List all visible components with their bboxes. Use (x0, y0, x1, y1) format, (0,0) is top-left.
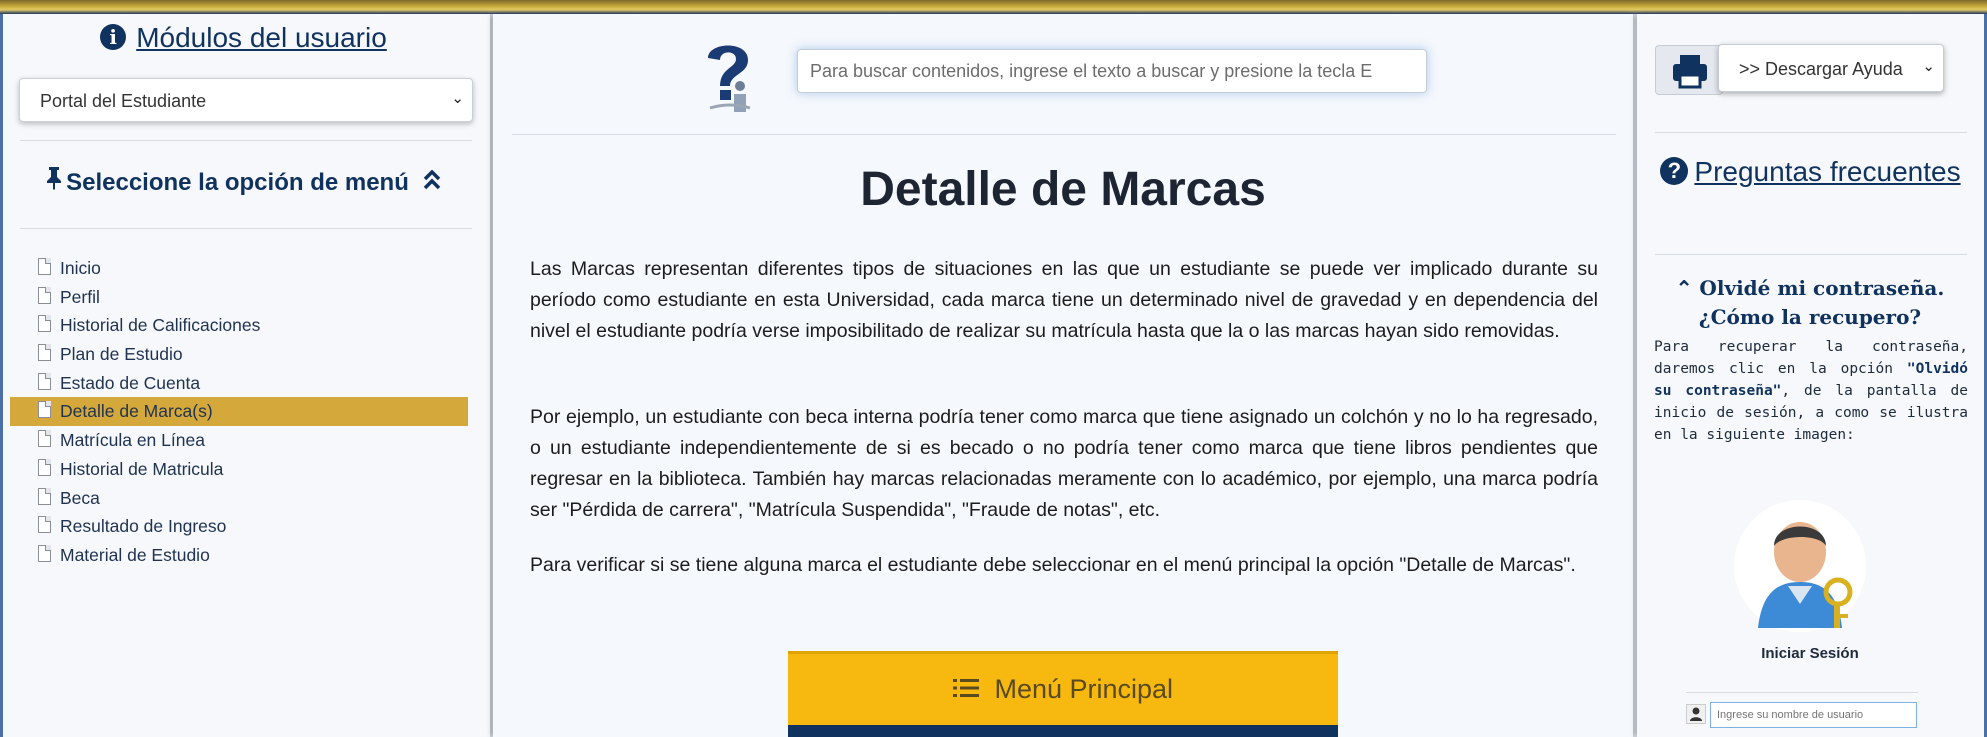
print-button[interactable] (1655, 45, 1723, 95)
question-circle-icon: ? (1660, 157, 1689, 185)
sidebar-item[interactable]: Plan de Estudio (10, 340, 460, 369)
module-select-value: Portal del Estudiante (40, 91, 207, 111)
search-input[interactable] (797, 49, 1427, 93)
printer-icon (1673, 55, 1707, 89)
file-icon (38, 401, 51, 419)
faq-title: ? Preguntas frecuentes (1637, 154, 1984, 190)
main-content (493, 14, 1633, 737)
login-label: Iniciar Sesión (1761, 645, 1859, 662)
sidebar-item-label: Beca (60, 487, 100, 508)
divider (20, 140, 472, 141)
sidebar-item-label: Estado de Cuenta (60, 372, 201, 393)
menu-heading-label: Seleccione la opción de menú (66, 169, 409, 196)
page-title: Detalle de Marcas (860, 163, 1266, 216)
user-icon (1686, 704, 1706, 724)
main-menu-button[interactable]: Menú Principal (788, 651, 1338, 725)
help-question-icon[interactable] (700, 38, 756, 114)
sidebar-item-label: Detalle de Marca(s) (60, 401, 213, 422)
question-title[interactable]: ⌃ Olvidé mi contraseña. ¿Cómo la recuper… (1652, 274, 1968, 332)
paragraph-2: Por ejemplo, un estudiante con beca inte… (530, 406, 1598, 521)
file-icon (38, 430, 51, 448)
main-menu-bottom-bar (788, 725, 1338, 737)
sidebar-item-label: Inicio (60, 258, 101, 278)
user-key-avatar (1734, 500, 1866, 632)
sidebar-item[interactable]: Estado de Cuenta (10, 369, 460, 398)
sidebar-item[interactable]: Matrícula en Línea (10, 426, 460, 455)
file-icon (38, 516, 51, 534)
question-title-label: Olvidé mi contraseña. ¿Cómo la recupero? (1698, 276, 1945, 329)
answer-text: Para recuperar la contraseña, daremos cl… (1654, 336, 1968, 446)
download-help-select[interactable]: >> Descargar Ayuda ⌄ (1718, 44, 1944, 92)
modules-title: i Módulos del usuario (0, 22, 487, 54)
sidebar-menu: Inicio Perfil Historial de Calificaciones P… (10, 254, 468, 570)
sidebar-item-label: Historial de Calificaciones (60, 315, 261, 336)
menu-heading[interactable]: Seleccione la opción de menú (0, 166, 487, 197)
divider (1655, 254, 1967, 255)
pushpin-icon (46, 166, 62, 197)
file-icon (38, 315, 51, 333)
sidebar-item[interactable]: Historial de Calificaciones (10, 311, 460, 340)
divider (1655, 132, 1967, 133)
paragraph-1: Las Marcas representan diferentes tipos … (530, 258, 1598, 342)
divider (512, 134, 1616, 135)
paragraph-3: Para verificar si se tiene alguna marca … (530, 554, 1576, 576)
module-select[interactable]: Portal del Estudiante ⌄ (19, 78, 473, 122)
file-icon (38, 458, 51, 476)
top-accent-bar (0, 0, 1987, 14)
list-icon (952, 674, 987, 704)
divider (20, 228, 472, 229)
sidebar-item-label: Historial de Matricula (60, 458, 224, 479)
chevron-down-icon: ⌄ (1922, 57, 1935, 75)
sidebar-item[interactable]: Detalle de Marca(s) (10, 397, 468, 427)
download-select-value: >> Descargar Ayuda (1739, 59, 1903, 79)
sidebar-item[interactable]: Resultado de Ingreso (10, 512, 460, 541)
file-icon (38, 258, 51, 275)
divider (1686, 692, 1918, 693)
chevron-down-icon: ⌄ (451, 90, 464, 107)
file-icon (38, 487, 51, 505)
info-icon: i (100, 24, 127, 50)
sidebar-item-label: Material de Estudio (60, 544, 210, 565)
file-icon (38, 344, 51, 362)
sidebar-item[interactable]: Beca (10, 484, 460, 513)
main-menu-label: Menú Principal (994, 674, 1174, 704)
sidebar-item[interactable]: Material de Estudio (10, 541, 460, 570)
sidebar-item-label: Matrícula en Línea (60, 430, 205, 451)
file-icon (38, 544, 51, 562)
modules-title-link[interactable]: Módulos del usuario (136, 22, 387, 53)
sidebar-item-label: Perfil (60, 286, 100, 307)
sidebar-item-label: Resultado de Ingreso (60, 516, 227, 537)
username-input[interactable] (1710, 702, 1917, 728)
sidebar-item[interactable]: Inicio (10, 254, 460, 283)
chevron-up-icon: ⌃ (1675, 276, 1693, 300)
sidebar-item[interactable]: Perfil (10, 283, 460, 312)
faq-title-link[interactable]: Preguntas frecuentes (1694, 156, 1960, 187)
sidebar-item[interactable]: Historial de Matricula (10, 455, 460, 484)
sidebar-item-label: Plan de Estudio (60, 344, 183, 365)
file-icon (38, 286, 51, 304)
file-icon (38, 372, 51, 390)
double-chevron-up-icon[interactable] (423, 169, 441, 196)
